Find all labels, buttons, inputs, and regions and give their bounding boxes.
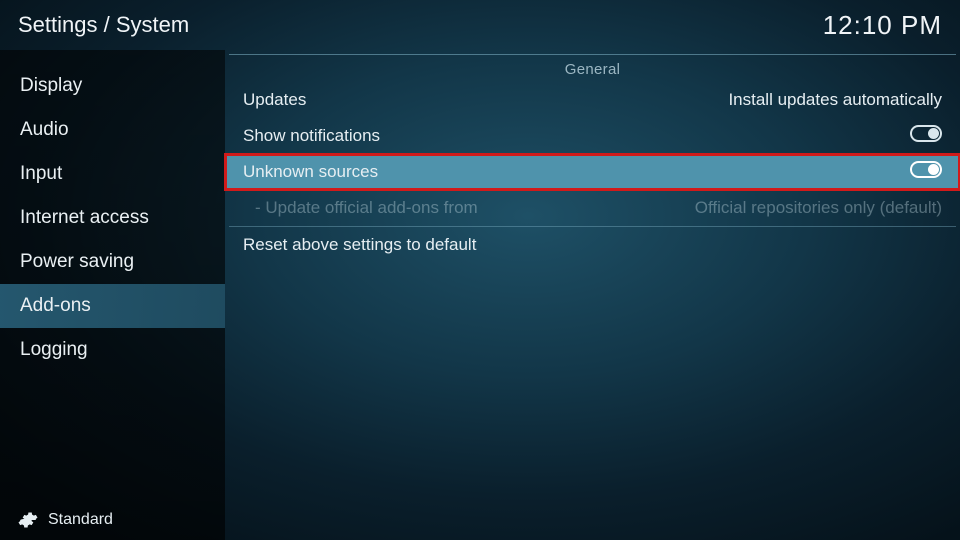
sidebar-item-internet-access[interactable]: Internet access	[0, 196, 225, 240]
section-title-general: General	[225, 55, 960, 82]
row-show-notifications[interactable]: Show notifications	[225, 118, 960, 154]
reset-defaults-label: Reset above settings to default	[243, 235, 476, 255]
row-reset-defaults[interactable]: Reset above settings to default	[225, 227, 960, 263]
sidebar-item-add-ons[interactable]: Add-ons	[0, 284, 225, 328]
unknown-sources-toggle[interactable]	[910, 161, 942, 178]
unknown-sources-label: Unknown sources	[243, 162, 378, 182]
update-official-label: - Update official add-ons from	[255, 198, 478, 218]
show-notifications-label: Show notifications	[243, 126, 380, 146]
row-update-official-addons: - Update official add-ons from Official …	[225, 190, 960, 226]
sidebar-item-audio[interactable]: Audio	[0, 108, 225, 152]
sidebar-item-power-saving[interactable]: Power saving	[0, 240, 225, 284]
sidebar-item-input[interactable]: Input	[0, 152, 225, 196]
update-official-value: Official repositories only (default)	[695, 198, 942, 218]
sidebar: Display Audio Input Internet access Powe…	[0, 50, 225, 540]
row-updates[interactable]: Updates Install updates automatically	[225, 82, 960, 118]
show-notifications-toggle[interactable]	[910, 125, 942, 142]
clock: 12:10 PM	[823, 10, 942, 41]
content-panel: General Updates Install updates automati…	[225, 50, 960, 540]
updates-label: Updates	[243, 90, 306, 110]
breadcrumb: Settings / System	[18, 12, 189, 38]
gear-icon	[18, 510, 38, 530]
sidebar-item-display[interactable]: Display	[0, 64, 225, 108]
row-unknown-sources[interactable]: Unknown sources	[225, 154, 960, 190]
updates-value: Install updates automatically	[728, 90, 942, 110]
settings-level-label: Standard	[48, 511, 113, 529]
settings-level-button[interactable]: Standard	[0, 500, 225, 540]
sidebar-item-logging[interactable]: Logging	[0, 328, 225, 372]
